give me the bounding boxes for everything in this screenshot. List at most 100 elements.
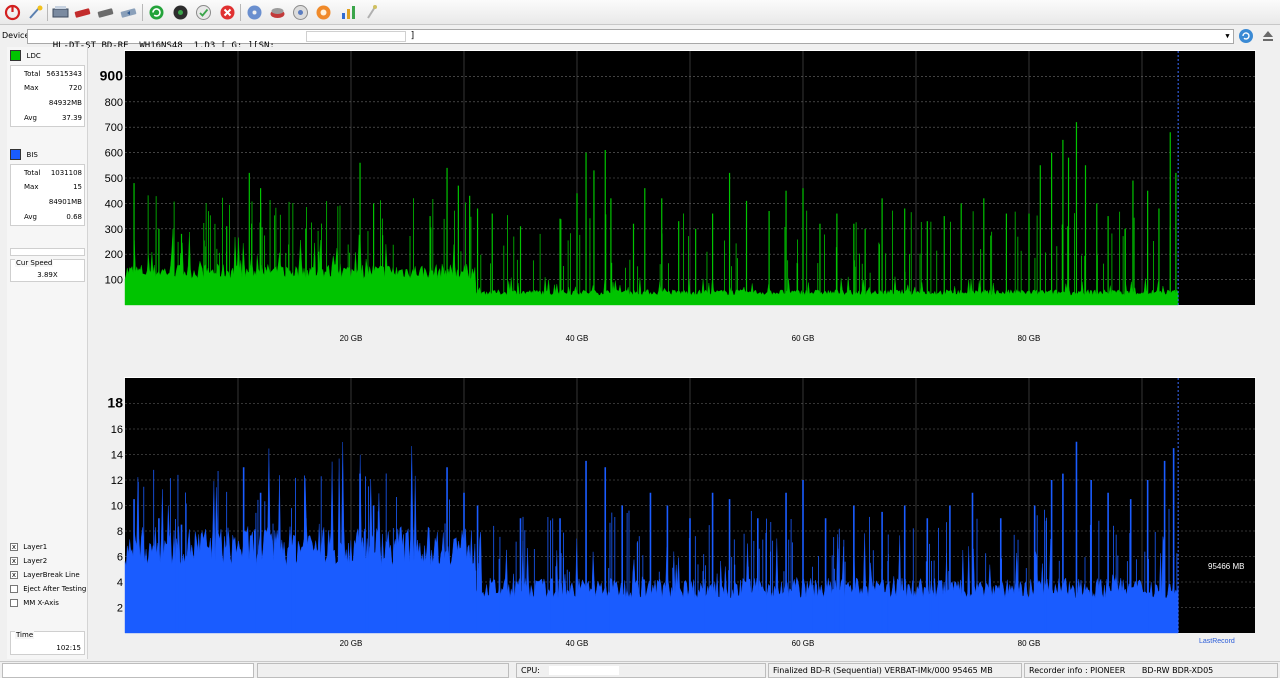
mm-x-axis-label: MM X-Axis <box>23 599 59 607</box>
device-bar: Device: HL-DT-ST BD-RE WH16NS48 1.D3 [ G… <box>0 27 1280 51</box>
ldc-ytick-label: 500 <box>105 173 123 185</box>
stop-icon[interactable] <box>218 3 237 22</box>
chart-area: 900 800 700 600 500 400 300 200 100 20 GB 40 GB 60 … <box>89 47 1280 659</box>
cpu-label: CPU: <box>521 666 540 675</box>
status-bar: CPU: Finalized BD-R (Sequential) VERBAT-… <box>0 661 1280 678</box>
bis-max-label: Max <box>24 183 39 191</box>
bis-xtick-label: 40 GB <box>566 639 589 648</box>
bis-total-value: 1031108 <box>50 169 82 177</box>
toolbar-separator <box>142 4 143 21</box>
ldc-ytick-label: 300 <box>105 224 123 236</box>
layerbreak-checkbox-row[interactable]: x LayerBreak Line <box>10 571 80 584</box>
progress-bar <box>10 248 85 256</box>
ldc-ytick-label: 400 <box>105 198 123 210</box>
recorder-info-label: Recorder info : PIONEER <box>1029 666 1126 675</box>
bis-ytick-label: 14 <box>111 450 123 462</box>
settings-icon[interactable] <box>314 3 333 22</box>
ldc-max-value: 720 <box>68 84 82 92</box>
tools-icon[interactable] <box>362 3 381 22</box>
device-select[interactable]: HL-DT-ST BD-RE WH16NS48 1.D3 [ G: ][SN: … <box>27 29 1234 51</box>
ldc-ytick-label: 600 <box>105 148 123 160</box>
ldc-xtick-label: 40 GB <box>566 334 589 343</box>
print-icon[interactable] <box>291 3 310 22</box>
wand-icon[interactable] <box>26 3 45 22</box>
cpu-meter: CPU: <box>516 663 766 678</box>
ldc-color-swatch[interactable] <box>10 50 21 61</box>
time-label: Time <box>15 631 35 639</box>
erase-disc-icon[interactable] <box>73 3 92 22</box>
ldc-ytick-label: 200 <box>105 249 123 261</box>
layer1-label: Layer1 <box>23 543 48 551</box>
layerbreak-label: LayerBreak Line <box>23 571 80 579</box>
ldc-ytick-label: 800 <box>105 97 123 109</box>
recorder-model: BD-RW BDR-XD05 <box>1141 666 1214 675</box>
bis-ytick-label: 16 <box>111 424 123 436</box>
bis-color-swatch[interactable] <box>10 149 21 160</box>
bis-total-label: Total <box>24 169 41 177</box>
layer1-checkbox-row[interactable]: x Layer1 <box>10 543 47 556</box>
ldc-avg-value: 37.39 <box>61 114 82 122</box>
refresh-icon[interactable] <box>147 3 166 22</box>
bis-ytick-label: 6 <box>117 552 123 564</box>
save-icon[interactable] <box>268 3 287 22</box>
bis-avg-label: Avg <box>24 213 37 221</box>
ldc-legend-label: LDC <box>26 51 41 60</box>
power-icon[interactable] <box>3 3 22 22</box>
time-value: 102:15 <box>56 644 81 652</box>
ldc-stats: Total 56315343 Max 720 84932MB Avg 37.39 <box>10 65 85 127</box>
bis-ytick-label: 8 <box>117 526 123 538</box>
status-progress-field <box>257 663 509 678</box>
mm-x-axis-checkbox-row[interactable]: MM X-Axis <box>10 599 59 612</box>
time-box: Time 102:15 <box>10 631 85 655</box>
bis-max-position: 84901MB <box>48 198 82 206</box>
burn-disc-icon[interactable] <box>96 3 115 22</box>
scan-icon[interactable] <box>171 3 190 22</box>
status-message-field <box>2 663 254 678</box>
sidebar: LDC Total 56315343 Max 720 84932MB Avg 3… <box>7 47 88 659</box>
bis-legend-label: BIS <box>26 150 38 159</box>
ldc-ytick-label: 900 <box>100 67 124 83</box>
bis-ytick-label: 2 <box>117 603 123 615</box>
ldc-ytick-label: 100 <box>105 275 123 287</box>
device-refresh-icon[interactable] <box>1239 29 1253 43</box>
eject-after-testing-checkbox-row[interactable]: Eject After Testing <box>10 585 86 598</box>
ldc-chart: 900 800 700 600 500 400 300 200 100 20 GB 40 GB 60 … <box>100 50 1256 343</box>
eject-icon[interactable] <box>1261 29 1275 43</box>
ldc-max-label: Max <box>24 84 39 92</box>
bis-ytick-label: 18 <box>107 395 123 411</box>
ldc-plot-top-border <box>124 50 1256 51</box>
bis-stats: Total 1031108 Max 15 84901MB Avg 0.68 <box>10 164 85 226</box>
ldc-max-position: 84932MB <box>48 99 82 107</box>
layer1-checkbox[interactable]: x <box>10 543 18 551</box>
bis-plot-top-border <box>124 377 1256 378</box>
disc-icon[interactable] <box>245 3 264 22</box>
ldc-xtick-label: 60 GB <box>792 334 815 343</box>
mm-x-axis-checkbox[interactable] <box>10 599 18 607</box>
layer2-checkbox-row[interactable]: x Layer2 <box>10 557 47 570</box>
disc-info: Finalized BD-R (Sequential) VERBAT-IMk/0… <box>768 663 1022 678</box>
layerbreak-checkbox[interactable]: x <box>10 571 18 579</box>
speed-box: Cur Speed 3.89X <box>10 259 85 282</box>
layer2-checkbox[interactable]: x <box>10 557 18 565</box>
bis-legend: BIS <box>10 149 38 162</box>
bis-xtick-label: 60 GB <box>792 639 815 648</box>
copy-disc-icon[interactable] <box>119 3 138 22</box>
cpu-bar <box>548 666 619 675</box>
ldc-total-value: 56315343 <box>46 70 82 78</box>
bis-xtick-label: 20 GB <box>340 639 363 648</box>
toolbar <box>0 0 1280 25</box>
chart-icon[interactable] <box>339 3 358 22</box>
test-icon[interactable] <box>194 3 213 22</box>
eject-after-testing-checkbox[interactable] <box>10 585 18 593</box>
bis-ytick-label: 12 <box>111 475 123 487</box>
bis-end-size-label: 95466 MB <box>1208 562 1244 571</box>
chevron-down-icon[interactable]: ▼ <box>1222 30 1233 43</box>
bis-avg-value: 0.68 <box>66 213 82 221</box>
drive-info-icon[interactable] <box>51 3 70 22</box>
bis-max-value: 15 <box>73 183 82 191</box>
layer2-label: Layer2 <box>23 557 48 565</box>
serial-number-box <box>306 31 406 42</box>
toolbar-separator <box>47 4 48 21</box>
ldc-avg-label: Avg <box>24 114 37 122</box>
last-record-label: LastRecord <box>1199 638 1235 645</box>
